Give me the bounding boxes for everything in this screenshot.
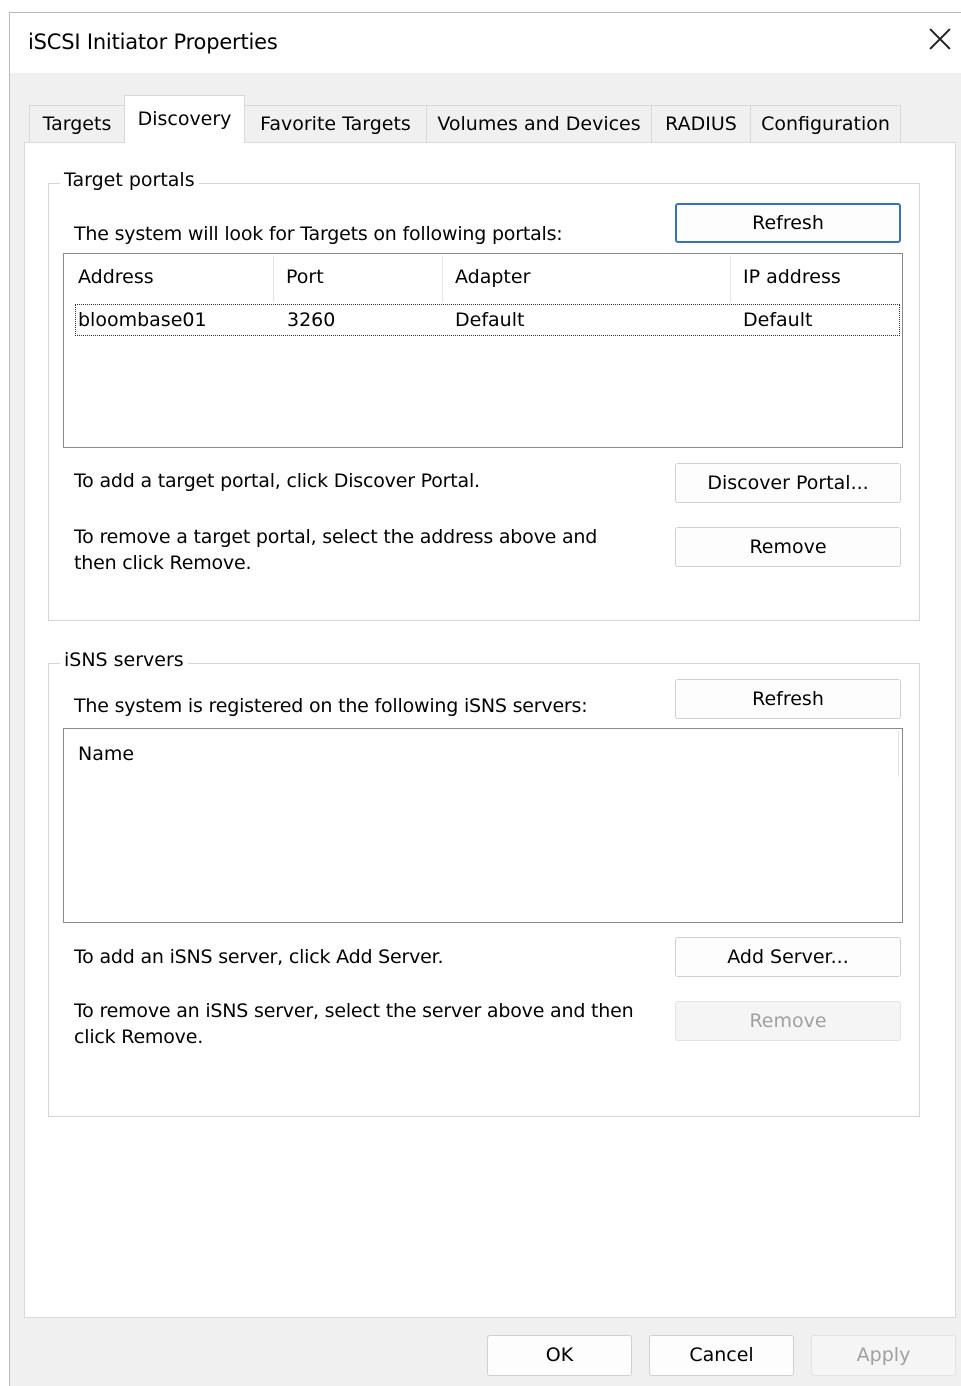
table-row[interactable]: bloombase01 3260 Default Default	[75, 304, 900, 336]
target-portals-group: Target portals The system will look for …	[48, 169, 920, 621]
remove-portal-button[interactable]: Remove	[675, 527, 901, 567]
cell-address: bloombase01	[78, 309, 207, 331]
remove-portal-hint: To remove a target portal, select the ad…	[74, 526, 598, 574]
column-header-name[interactable]: Name	[78, 743, 134, 765]
target-portals-title: Target portals	[60, 169, 199, 191]
isns-servers-title: iSNS servers	[60, 649, 188, 671]
remove-server-button[interactable]: Remove	[675, 1001, 901, 1041]
tab-targets[interactable]: Targets	[29, 105, 125, 142]
dialog-client: Targets Discovery Favorite Targets Volum…	[10, 73, 961, 1386]
remove-isns-hint: To remove an iSNS server, select the ser…	[74, 1000, 634, 1048]
add-server-button[interactable]: Add Server...	[675, 937, 901, 977]
isns-servers-group: iSNS servers The system is registered on…	[48, 649, 920, 1117]
ok-button[interactable]: OK	[487, 1335, 632, 1376]
title-bar: iSCSI Initiator Properties	[10, 13, 961, 73]
column-header-port[interactable]: Port	[286, 266, 324, 288]
column-header-address[interactable]: Address	[78, 266, 154, 288]
column-header-adapter[interactable]: Adapter	[455, 266, 530, 288]
tab-volumes-and-devices[interactable]: Volumes and Devices	[426, 105, 652, 142]
target-portals-list[interactable]: Address Port Adapter IP address bloombas…	[63, 253, 903, 448]
isns-description: The system is registered on the followin…	[74, 695, 588, 717]
column-divider	[442, 256, 443, 302]
add-portal-hint: To add a target portal, click Discover P…	[74, 470, 480, 492]
tab-discovery[interactable]: Discovery	[124, 95, 245, 143]
isns-servers-list[interactable]: Name	[63, 728, 903, 923]
discovery-panel: Target portals The system will look for …	[24, 142, 956, 1318]
apply-button[interactable]: Apply	[811, 1335, 956, 1376]
column-divider	[898, 731, 899, 777]
column-divider	[273, 256, 274, 302]
add-isns-hint: To add an iSNS server, click Add Server.	[74, 946, 444, 968]
tab-favorite-targets[interactable]: Favorite Targets	[244, 105, 427, 142]
cell-ip-address: Default	[743, 309, 813, 331]
tab-configuration[interactable]: Configuration	[750, 105, 901, 142]
close-icon[interactable]	[928, 27, 952, 51]
cell-port: 3260	[287, 309, 336, 331]
discover-portal-button[interactable]: Discover Portal...	[675, 463, 901, 503]
dialog-window: iSCSI Initiator Properties Targets Disco…	[9, 12, 961, 1386]
column-divider	[730, 256, 731, 302]
cell-adapter: Default	[455, 309, 525, 331]
target-portals-description: The system will look for Targets on foll…	[74, 223, 563, 245]
window-title: iSCSI Initiator Properties	[28, 30, 278, 54]
cancel-button[interactable]: Cancel	[649, 1335, 794, 1376]
portals-refresh-button[interactable]: Refresh	[675, 203, 901, 243]
isns-refresh-button[interactable]: Refresh	[675, 679, 901, 719]
column-header-ip-address[interactable]: IP address	[743, 266, 841, 288]
tab-radius[interactable]: RADIUS	[651, 105, 751, 142]
